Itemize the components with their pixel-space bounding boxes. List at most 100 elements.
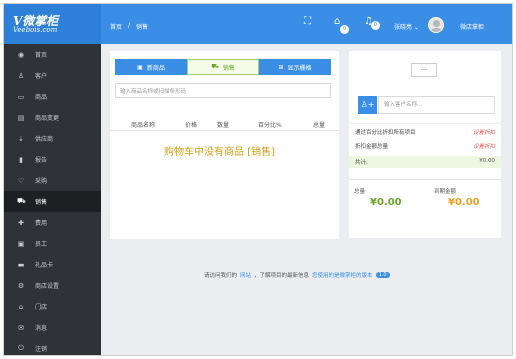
sidebar-item-label: 门店 xyxy=(35,304,48,311)
app-window: V微掌柜 Veebois.com 首页 / 销售 ⛶ ⌂ 0 ♫ 0 张晓亮 ⌄… xyxy=(3,3,513,356)
fullscreen-icon[interactable]: ⛶ xyxy=(304,16,311,28)
column-header: 总量 xyxy=(313,122,326,129)
cart-icon: ⛟ xyxy=(17,197,26,205)
subtotal-label: 共计: xyxy=(355,160,368,166)
subtotal-value: ¥0.00 xyxy=(479,158,495,164)
row-label: 通过百分比折扣所有项目 xyxy=(355,130,416,136)
new-item-icon: ▣ xyxy=(137,63,143,71)
table-header-divider xyxy=(110,130,339,131)
column-header: 百分比% xyxy=(258,122,282,129)
customer-search-input[interactable]: 输入客户名称... xyxy=(378,96,495,114)
website-link[interactable]: 网站 xyxy=(240,271,251,279)
sidebar-item-label: 报告 xyxy=(35,157,48,164)
user-icon: ♙ xyxy=(17,71,25,80)
sidebar-item-label: 供应商 xyxy=(35,136,54,143)
top-bar: V微掌柜 Veebois.com 首页 / 销售 ⛶ ⌂ 0 ♫ 0 张晓亮 ⌄… xyxy=(4,4,512,44)
breadcrumb: 首页 / 销售 xyxy=(110,22,148,31)
heart-icon: ♡ xyxy=(17,176,25,185)
sidebar-item-item-kits[interactable]: ▤ 商品变更 xyxy=(4,107,101,128)
dashboard-icon: ◉ xyxy=(17,50,25,59)
footer-text: ，了解项目的最新信息 xyxy=(254,273,310,279)
summary-divider xyxy=(349,179,501,180)
footer: 请访问我们的 网站 ，了解项目的最新信息 您使用的是微掌柜的版本 1.0 xyxy=(204,271,390,279)
sidebar-item-messages[interactable]: ✉ 消息 xyxy=(4,317,101,338)
avatar[interactable] xyxy=(428,17,444,33)
store-name[interactable]: 微店掌柜 xyxy=(460,22,484,31)
sidebar: ◉ 首页 ♙ 客户 ▭ 商品 ▤ 商品变更 ⇣ 供应商 ▮ 报告 ♡ 采购 ⛟ 销售 ✚ 费用 ▣… xyxy=(4,44,101,355)
empty-cart-message: 购物车中没有商品 [销售] xyxy=(164,147,275,158)
sidebar-item-giftcards[interactable]: ▬ 礼品卡 xyxy=(4,254,101,275)
notification-count-badge: 0 xyxy=(371,21,380,30)
sidebar-item-label: 费用 xyxy=(35,220,48,227)
grid-icon: ⊞ xyxy=(278,63,284,71)
item-search-input[interactable]: 输入商品名称或扫描条形码 xyxy=(115,83,331,98)
sidebar-item-label: 商品变更 xyxy=(35,115,60,122)
bar-chart-icon: ▮ xyxy=(19,155,23,164)
sidebar-item-label: 首页 xyxy=(35,52,48,59)
more-options-button[interactable]: ··· xyxy=(411,63,437,77)
sidebar-item-home[interactable]: ◉ 首页 xyxy=(4,44,101,65)
sidebar-item-employees[interactable]: ▣ 员工 xyxy=(4,233,101,254)
sidebar-item-label: 礼品卡 xyxy=(35,262,54,269)
breadcrumb-home[interactable]: 首页 xyxy=(110,22,122,31)
tab-label: 销售 xyxy=(222,64,235,72)
sidebar-item-label: 销售 xyxy=(35,199,48,206)
sidebar-item-label: 客户 xyxy=(35,73,48,80)
sidebar-item-items[interactable]: ▭ 商品 xyxy=(4,86,101,107)
logo[interactable]: V微掌柜 Veebois.com xyxy=(4,4,101,44)
footer-text: 请访问我们的 xyxy=(204,273,238,279)
sidebar-item-label: 商品 xyxy=(35,94,48,101)
sidebar-item-label: 采购 xyxy=(35,178,48,185)
sidebar-item-customers[interactable]: ♙ 客户 xyxy=(4,65,101,86)
sidebar-item-receivings[interactable]: ♡ 采购 xyxy=(4,170,101,191)
cart-icon: ⛟ xyxy=(211,63,219,70)
sidebar-item-expenses[interactable]: ✚ 费用 xyxy=(4,212,101,233)
sidebar-item-label: 商店设置 xyxy=(35,283,60,290)
user-menu[interactable]: 张晓亮 ⌄ xyxy=(394,22,419,31)
version-badge: 1.0 xyxy=(375,272,390,278)
tab-new-item[interactable]: ▣ 新商品 xyxy=(115,59,187,75)
id-card-icon: ▣ xyxy=(17,239,25,248)
add-customer-button[interactable]: ♙+ xyxy=(358,96,377,114)
cart-panel xyxy=(110,114,339,239)
list-icon: ▤ xyxy=(17,113,25,122)
version-link[interactable]: 您使用的是微掌柜的版本 xyxy=(312,271,373,279)
sidebar-item-store-config[interactable]: ⚙ 商店设置 xyxy=(4,275,101,296)
column-header: 价格 xyxy=(185,122,198,129)
total-amount-label: 总量 xyxy=(354,189,366,195)
column-header: 商品名称 xyxy=(131,122,156,129)
tab-label: 显示栅格 xyxy=(287,64,312,72)
tab-sale[interactable]: ⛟ 销售 xyxy=(187,59,259,75)
column-header: 数量 xyxy=(217,122,230,129)
download-icon: ⇣ xyxy=(18,134,24,143)
breadcrumb-current: 销售 xyxy=(136,24,149,31)
power-icon: ⏻ xyxy=(18,344,24,352)
sidebar-item-label: 消息 xyxy=(35,325,48,332)
discount-all-row: 通过百分比折扣所有项目 设置折扣 xyxy=(349,126,501,138)
shopping-bag-icon[interactable]: ⌂ xyxy=(334,16,340,28)
sidebar-item-sales[interactable]: ⛟ 销售 xyxy=(4,191,101,212)
logo-subtitle: Veebois.com xyxy=(13,26,58,34)
tab-show-grid[interactable]: ⊞ 显示栅格 xyxy=(259,59,331,75)
sidebar-item-logout[interactable]: ⏻ 注销 xyxy=(4,338,101,355)
sidebar-item-locations[interactable]: ⌂ 门店 xyxy=(4,296,101,317)
envelope-icon: ✉ xyxy=(18,323,24,332)
bag-count-badge: 0 xyxy=(340,25,349,34)
total-amount-value: ¥0.00 xyxy=(370,197,402,208)
set-discount-link[interactable]: 设置折扣 xyxy=(473,128,495,136)
row-label: 折扣金额总量 xyxy=(355,144,389,150)
sidebar-item-label: 注销 xyxy=(35,346,48,353)
credit-card-icon: ▬ xyxy=(17,260,25,269)
subtotal-row: 共计: ¥0.00 xyxy=(349,156,501,168)
gear-icon: ⚙ xyxy=(17,281,25,290)
amount-due-label: 到期金额 xyxy=(434,189,457,195)
tab-label: 新商品 xyxy=(146,64,165,72)
set-discount-link[interactable]: 设置折扣 xyxy=(473,142,495,150)
sidebar-item-label: 员工 xyxy=(35,241,48,248)
breadcrumb-separator: / xyxy=(128,22,131,29)
plus-icon: ✚ xyxy=(18,218,24,227)
discount-amount-row: 折扣金额总量 设置折扣 xyxy=(349,140,501,152)
sidebar-item-suppliers[interactable]: ⇣ 供应商 xyxy=(4,128,101,149)
box-icon: ▭ xyxy=(17,92,25,101)
sidebar-item-reports[interactable]: ▮ 报告 xyxy=(4,149,101,170)
